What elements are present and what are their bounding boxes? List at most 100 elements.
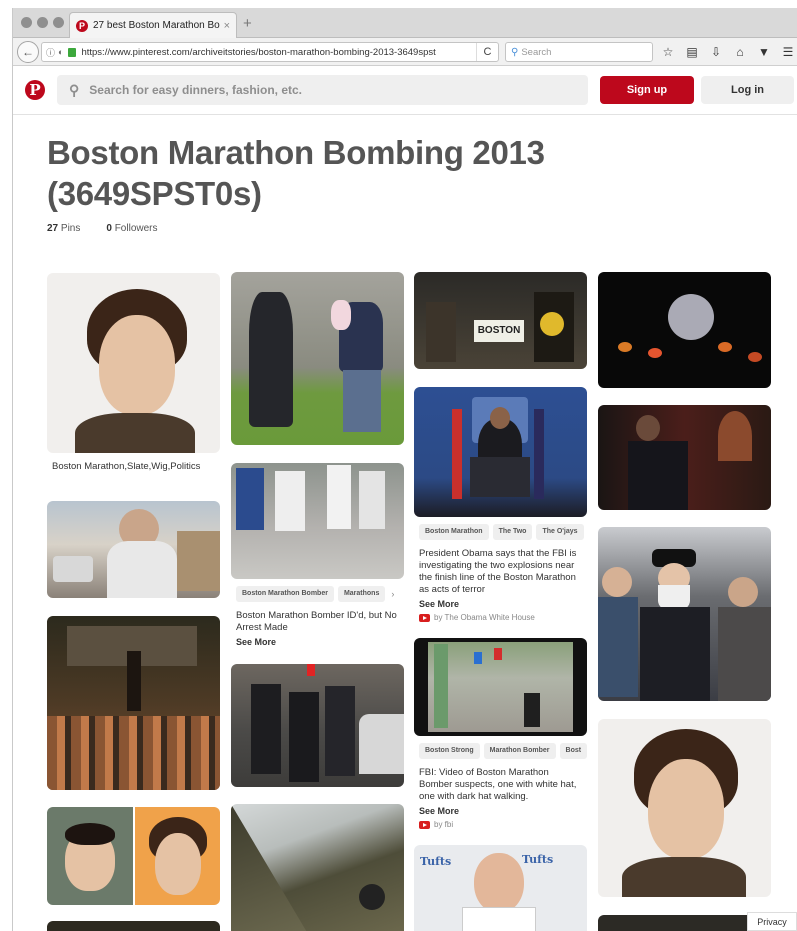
- pin-source[interactable]: by fbi: [414, 820, 587, 829]
- pin-image[interactable]: [598, 915, 771, 931]
- pin-image[interactable]: Tufts Tufts: [414, 845, 587, 931]
- tag-chip[interactable]: The Two: [492, 524, 533, 540]
- pin-mountain[interactable]: [231, 804, 404, 931]
- pocket-icon[interactable]: ▼: [757, 45, 771, 59]
- pin-image[interactable]: [414, 387, 587, 517]
- home-icon[interactable]: ⌂: [733, 45, 747, 59]
- board-title: Boston Marathon Bombing 2013 (3649SPST0s…: [47, 134, 545, 212]
- pin-image[interactable]: [231, 272, 404, 445]
- pin-image[interactable]: [231, 804, 404, 931]
- chevron-right-icon[interactable]: ›: [389, 586, 396, 602]
- privacy-link[interactable]: Privacy: [747, 912, 797, 931]
- pins-count-link[interactable]: 27 Pins: [47, 223, 80, 234]
- pin-image[interactable]: [231, 664, 404, 787]
- pins-label: Pins: [60, 223, 81, 234]
- toolbar-icons: ☆ ▤ ⇩ ⌂ ▼ ☰: [661, 45, 795, 59]
- pin-suspect-street[interactable]: [47, 501, 220, 598]
- pinterest-header: P ⚲ Search for easy dinners, fashion, et…: [13, 67, 797, 115]
- browser-search-field[interactable]: ⚲ Search: [505, 42, 653, 62]
- pin-tags: Boston Marathon The Two The O'jays ›: [414, 524, 587, 540]
- pin-image[interactable]: [47, 273, 220, 453]
- pinterest-favicon-icon: P: [76, 19, 88, 32]
- tab-title: 27 best Boston Marathon Bom: [93, 20, 220, 31]
- pin-police-child[interactable]: [231, 272, 404, 445]
- tag-chip[interactable]: The O'jays: [536, 524, 584, 540]
- search-engine-icon[interactable]: ⚲: [511, 47, 518, 58]
- tufts-logo-text: Tufts: [420, 855, 452, 868]
- pin-crowd-night[interactable]: [47, 616, 220, 790]
- pin-source-text: by fbi: [434, 820, 454, 829]
- signup-button[interactable]: Sign up: [600, 76, 694, 104]
- tag-chip[interactable]: Boston Strong: [419, 743, 480, 759]
- pin-swat-team[interactable]: [231, 664, 404, 787]
- star-icon[interactable]: ☆: [661, 45, 675, 59]
- lock-icon: [68, 47, 77, 57]
- see-more-link[interactable]: See More: [231, 637, 404, 647]
- tab-bar: P 27 best Boston Marathon Bom × +: [13, 8, 797, 38]
- pin-suspect-portrait[interactable]: Boston Marathon,Slate,Wig,Politics: [47, 273, 220, 473]
- see-more-link[interactable]: See More: [414, 599, 587, 609]
- pin-image[interactable]: [598, 272, 771, 388]
- pin-boston-crowd[interactable]: BOSTON: [414, 272, 587, 369]
- pin-source-text: by The Obama White House: [434, 613, 535, 622]
- pin-caption[interactable]: FBI: Video of Boston Marathon Bomber sus…: [414, 767, 587, 803]
- new-tab-button[interactable]: +: [243, 16, 252, 31]
- pin-image[interactable]: [598, 527, 771, 701]
- pin-image[interactable]: [414, 638, 587, 736]
- pin-tags: Boston Marathon Bomber Marathons ›: [231, 586, 404, 602]
- shield-icon[interactable]: ◐: [58, 47, 63, 57]
- pin-image[interactable]: [47, 501, 220, 598]
- minimize-window-button[interactable]: [37, 17, 48, 28]
- browser-tab[interactable]: P 27 best Boston Marathon Bom ×: [69, 12, 237, 38]
- pin-image[interactable]: BOSTON: [414, 272, 587, 369]
- search-placeholder: Search for easy dinners, fashion, etc.: [89, 83, 303, 97]
- pin-image[interactable]: [598, 719, 771, 897]
- reading-list-icon[interactable]: ▤: [685, 45, 699, 59]
- tag-chip[interactable]: Marathon Bomber: [483, 743, 556, 759]
- pins-count: 27: [47, 223, 59, 234]
- zoom-window-button[interactable]: [53, 17, 64, 28]
- back-button[interactable]: ←: [17, 41, 39, 63]
- board-stats: 27 Pins 0 Followers: [47, 223, 158, 234]
- close-window-button[interactable]: [21, 17, 32, 28]
- tab-close-icon[interactable]: ×: [224, 20, 230, 32]
- menu-icon[interactable]: ☰: [781, 45, 795, 59]
- followers-count-link[interactable]: 0 Followers: [106, 223, 157, 234]
- pin-col4-partial[interactable]: [598, 915, 771, 931]
- login-button[interactable]: Log in: [701, 76, 794, 104]
- pinterest-search-input[interactable]: ⚲ Search for easy dinners, fashion, etc.: [57, 75, 588, 105]
- pin-image[interactable]: [47, 616, 220, 790]
- pin-obama-memorial[interactable]: [598, 405, 771, 510]
- pin-image[interactable]: [47, 921, 220, 931]
- pin-crowd-celebration[interactable]: [598, 527, 771, 701]
- pin-tufts-doctor[interactable]: Tufts Tufts: [414, 845, 587, 931]
- url-text[interactable]: https://www.pinterest.com/archiveitstori…: [81, 47, 476, 58]
- info-icon[interactable]: ⓘ: [46, 46, 55, 59]
- pin-fbi-video[interactable]: Boston Strong Marathon Bomber Bost › FBI…: [414, 638, 587, 829]
- pinterest-logo-icon[interactable]: P: [25, 80, 45, 100]
- download-icon[interactable]: ⇩: [709, 45, 723, 59]
- tag-chip[interactable]: Boston Marathon: [419, 524, 489, 540]
- pin-suspect-portrait-2[interactable]: [598, 719, 771, 897]
- pin-candlelight[interactable]: [598, 272, 771, 388]
- pin-image[interactable]: [598, 405, 771, 510]
- pin-caption[interactable]: Boston Marathon,Slate,Wig,Politics: [47, 461, 220, 473]
- pin-brothers[interactable]: [47, 807, 220, 905]
- search-icon: ⚲: [69, 81, 80, 98]
- pin-obama-statement[interactable]: Boston Marathon The Two The O'jays › Pre…: [414, 387, 587, 622]
- pin-image[interactable]: [231, 463, 404, 579]
- reload-button[interactable]: C: [476, 43, 498, 61]
- pin-caption[interactable]: Boston Marathon Bomber ID'd, but No Arre…: [231, 610, 404, 634]
- pin-image[interactable]: [47, 807, 220, 905]
- pin-tags: Boston Strong Marathon Bomber Bost ›: [414, 743, 587, 759]
- tag-chip[interactable]: Bost: [559, 743, 587, 759]
- tag-chip[interactable]: Marathons: [337, 586, 386, 602]
- pin-caption[interactable]: President Obama says that the FBI is inv…: [414, 548, 587, 596]
- url-bar[interactable]: ⓘ ◐ https://www.pinterest.com/archiveits…: [41, 42, 499, 62]
- see-more-link[interactable]: See More: [414, 806, 587, 816]
- pin-source[interactable]: by The Obama White House: [414, 613, 587, 622]
- pin-bomber-idd[interactable]: Boston Marathon Bomber Marathons › Bosto…: [231, 463, 404, 647]
- tag-chip[interactable]: Boston Marathon Bomber: [236, 586, 334, 602]
- pin-col1-partial[interactable]: [47, 921, 220, 931]
- followers-count: 0: [106, 223, 112, 234]
